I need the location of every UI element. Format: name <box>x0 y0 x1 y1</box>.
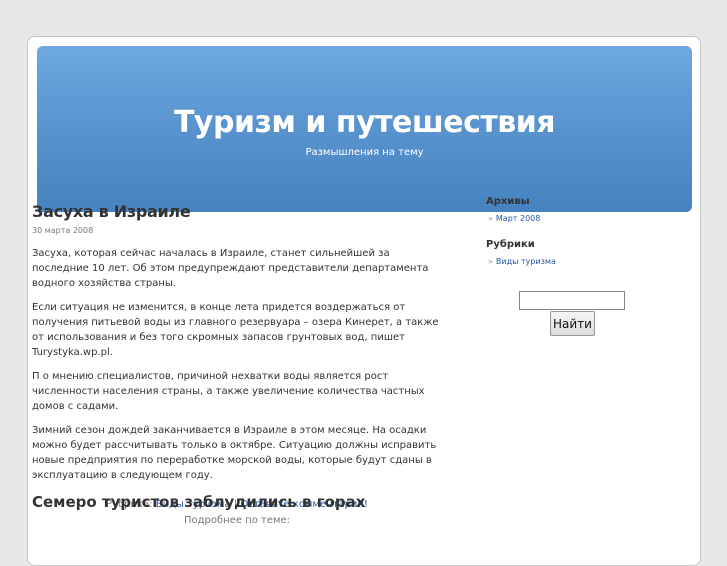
bullet-icon: » <box>488 214 493 223</box>
site-description: Размышления на тему <box>305 147 424 158</box>
post-paragraph: Зимний сезон дождей заканчивается в Изра… <box>32 425 437 481</box>
post-paragraph: П о мнению специалистов, причиной нехват… <box>32 371 425 412</box>
next-post-title[interactable]: Семеро туристов заблудились в горах <box>32 493 365 511</box>
post-paragraph: Засуха, которая сейчас началась в Израил… <box>32 248 429 289</box>
sidebar: Архивы » Март 2008 Рубрики » Виды туризма <box>486 196 646 268</box>
main-content: Засуха в Израиле 30 марта 2008 Засуха, к… <box>32 202 442 529</box>
search-input[interactable] <box>519 291 625 310</box>
categories-list: » Виды туризма <box>486 256 646 268</box>
archive-link[interactable]: Март 2008 <box>496 214 540 223</box>
post-title[interactable]: Засуха в Израиле <box>32 202 442 221</box>
list-item: » Виды туризма <box>486 256 646 268</box>
archives-title: Архивы <box>486 196 530 207</box>
archives-list: » Март 2008 <box>486 213 646 225</box>
search-button[interactable]: Найти <box>550 311 595 336</box>
categories-title: Рубрики <box>486 239 535 250</box>
post-date: 30 марта 2008 <box>32 226 94 235</box>
site-title[interactable]: Туризм и путешествия <box>37 105 692 140</box>
related-label: Подробнее по теме: <box>183 515 291 526</box>
site-header: Туризм и путешествия Размышления на тему <box>37 46 692 212</box>
category-sidebar-link[interactable]: Виды туризма <box>496 257 556 266</box>
list-item: » Март 2008 <box>486 213 646 225</box>
bullet-icon: » <box>488 257 493 266</box>
post-paragraph: Если ситуация не изменится, в конце лета… <box>32 302 439 358</box>
